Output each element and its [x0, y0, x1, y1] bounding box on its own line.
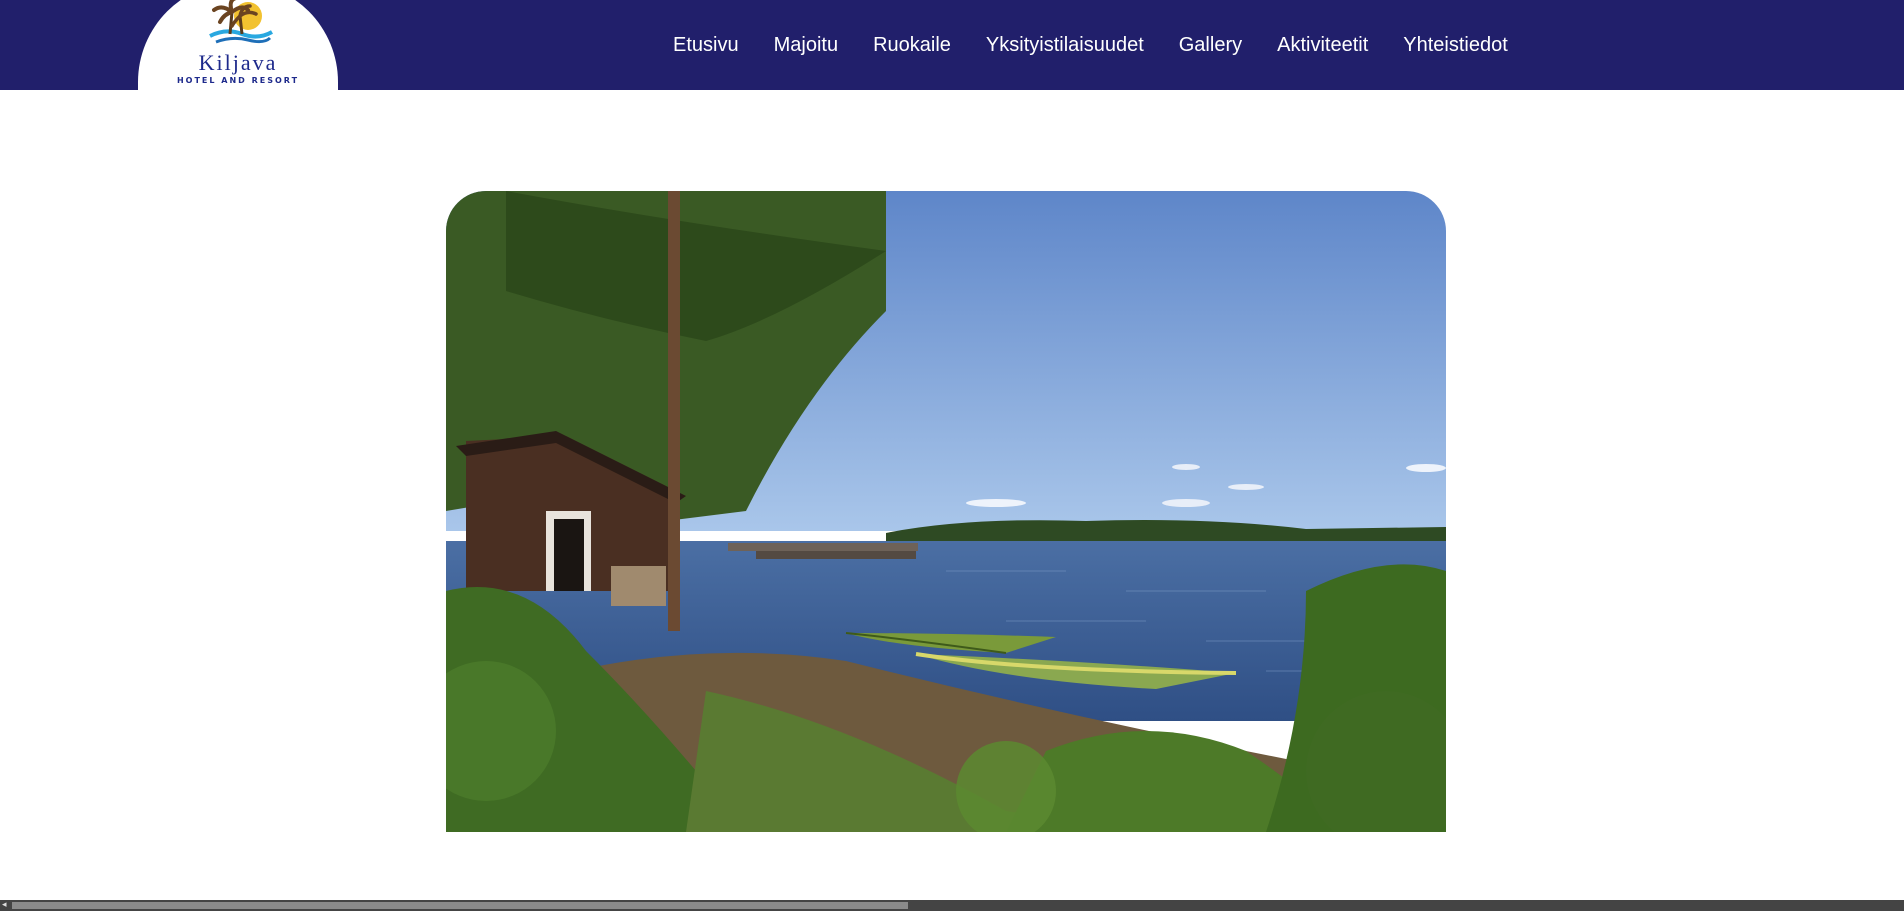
- main-nav: Etusivu Majoitu Ruokaile Yksityistilaisu…: [673, 0, 1508, 90]
- hero-image: [446, 191, 1446, 832]
- nav-item-yhteistiedot[interactable]: Yhteistiedot: [1403, 34, 1508, 56]
- logo-subtitle: HOTEL AND RESORT: [176, 76, 300, 85]
- nav-item-ruokaile[interactable]: Ruokaile: [873, 34, 951, 56]
- lake-scene-illustration: [446, 191, 1446, 832]
- page: Kiljava HOTEL AND RESORT Etusivu Majoitu…: [0, 0, 1904, 911]
- nav-item-yksityistilaisuudet[interactable]: Yksityistilaisuudet: [986, 34, 1144, 56]
- scroll-left-arrow-icon[interactable]: ◂: [2, 900, 10, 911]
- nav-item-majoitu[interactable]: Majoitu: [774, 34, 838, 56]
- site-header: Kiljava HOTEL AND RESORT Etusivu Majoitu…: [0, 0, 1904, 90]
- nav-item-etusivu[interactable]: Etusivu: [673, 34, 739, 56]
- scrollbar-thumb[interactable]: [12, 902, 908, 909]
- logo[interactable]: Kiljava HOTEL AND RESORT: [138, 0, 338, 90]
- nav-item-aktiviteetit[interactable]: Aktiviteetit: [1277, 34, 1368, 56]
- logo-name: Kiljava: [198, 50, 278, 75]
- horizontal-scrollbar[interactable]: ◂: [0, 900, 1904, 911]
- nav-item-gallery[interactable]: Gallery: [1179, 34, 1242, 56]
- palm-tree-sun-wave-icon: [209, 0, 273, 44]
